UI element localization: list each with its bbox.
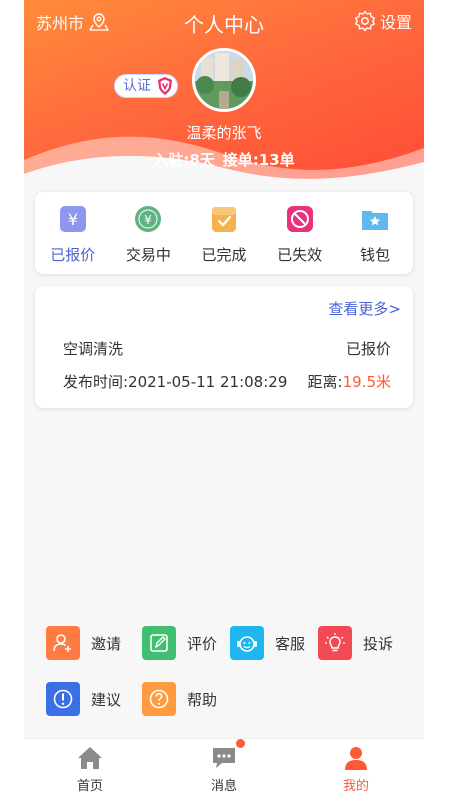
order-distance: 距离:19.5米 (308, 371, 391, 392)
settings-button[interactable]: 设置 (354, 9, 412, 33)
headset-icon (230, 626, 264, 660)
tab-label: 我的 (342, 779, 369, 794)
status-label: 已完成 (201, 246, 247, 264)
verified-label: 认证 (123, 78, 151, 94)
tool-review[interactable]: 评价 (142, 626, 217, 660)
orders-stat: 接单:13单 (222, 151, 295, 169)
tab-label: 首页 (76, 779, 103, 794)
view-more-link[interactable]: 查看更多> (328, 298, 401, 319)
status-label: 钱包 (360, 246, 391, 264)
tab-messages[interactable]: 消息 (184, 739, 264, 800)
username: 温柔的张飞 (186, 124, 262, 142)
tool-help[interactable]: 帮助 (142, 682, 217, 716)
tool-customer-service[interactable]: 客服 (230, 626, 305, 660)
tool-invite[interactable]: 邀请 (46, 626, 121, 660)
forbidden-icon (286, 206, 313, 232)
status-tab-completed[interactable]: 已完成 (194, 204, 254, 274)
home-icon (78, 747, 102, 769)
avatar-image (195, 51, 253, 109)
order-status-card: ¥ 已报价 ¥ 交易中 已完成 已失效 钱包 (35, 192, 413, 274)
edit-icon (142, 626, 176, 660)
status-label: 交易中 (125, 246, 171, 264)
bottom-tab-bar: 首页 消息 我的 (24, 738, 424, 800)
order-service-name: 空调清洗 (63, 340, 124, 358)
gear-icon (354, 10, 375, 32)
tool-label: 投诉 (363, 634, 394, 653)
status-label: 已失效 (277, 246, 323, 264)
tab-home[interactable]: 首页 (50, 739, 130, 800)
svg-text:¥: ¥ (145, 213, 153, 227)
message-icon-wrap (210, 739, 245, 771)
verified-badge: 认证 (114, 74, 178, 98)
status-tab-wallet[interactable]: 钱包 (345, 204, 405, 274)
avatar[interactable] (192, 48, 256, 112)
user-stats: 入驻:8天 接单:13单 (24, 149, 424, 170)
settings-label: 设置 (379, 13, 412, 32)
user-icon (345, 747, 367, 770)
status-tab-quoted[interactable]: ¥ 已报价 (43, 204, 103, 274)
tool-label: 建议 (91, 690, 122, 709)
yuan-coin-icon: ¥ (135, 206, 162, 232)
tab-label: 消息 (210, 779, 237, 794)
bulb-icon (318, 626, 352, 660)
order-status: 已报价 (345, 340, 391, 358)
distance-label: 距离: (307, 373, 343, 391)
tool-label: 客服 (275, 634, 306, 653)
days-stat: 入驻:8天 (153, 151, 215, 169)
tool-complaint[interactable]: 投诉 (318, 626, 393, 660)
shield-icon (158, 77, 172, 95)
clipboard-check-icon (211, 207, 236, 232)
message-icon (213, 748, 235, 768)
status-tab-expired[interactable]: 已失效 (270, 204, 330, 274)
status-label: 已报价 (50, 246, 96, 264)
wallet-folder-icon (362, 211, 389, 230)
info-icon (46, 682, 80, 716)
add-user-icon (46, 626, 80, 660)
tool-label: 评价 (187, 634, 218, 653)
distance-value: 19.5米 (342, 373, 391, 391)
order-publish-time: 发布时间:2021-05-11 21:08:29 (63, 373, 288, 391)
tool-label: 帮助 (187, 690, 218, 709)
price-tag-icon: ¥ (59, 206, 86, 232)
status-tab-trading[interactable]: ¥ 交易中 (118, 204, 178, 274)
tool-suggestion[interactable]: 建议 (46, 682, 121, 716)
tool-label: 邀请 (91, 634, 122, 653)
phone-screen: 苏州市 个人中心 设置 认证 温柔的张飞 入驻:8天 接单:13单 ¥ 已报价 … (24, 0, 424, 800)
svg-text:¥: ¥ (68, 210, 78, 229)
tab-mine[interactable]: 我的 (316, 739, 396, 800)
order-card[interactable]: 查看更多> 空调清洗 已报价 发布时间:2021-05-11 21:08:29 … (35, 286, 413, 408)
unread-dot (236, 739, 245, 748)
help-icon (142, 682, 176, 716)
profile-header: 苏州市 个人中心 设置 认证 温柔的张飞 入驻:8天 接单:13单 (24, 0, 424, 190)
